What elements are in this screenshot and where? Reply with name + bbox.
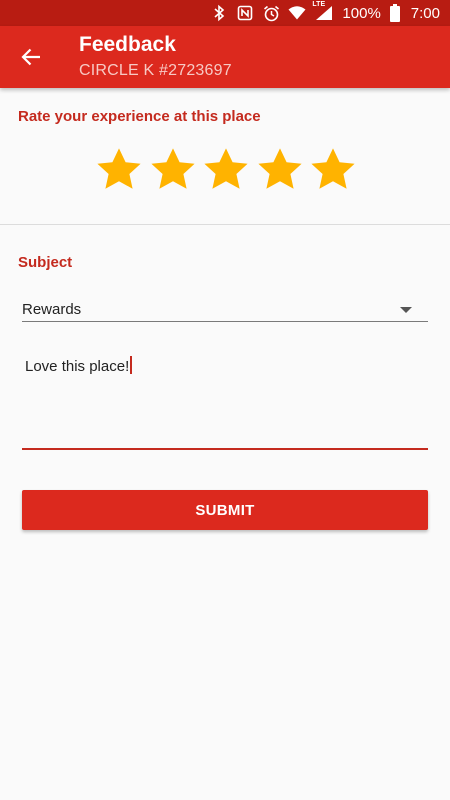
- store-subtitle: CIRCLE K #2723697: [79, 62, 232, 79]
- section-divider: [0, 224, 450, 225]
- arrow-left-icon: [21, 48, 40, 66]
- feedback-text-wrap: Love this place!: [25, 356, 133, 375]
- clock: 7:00: [410, 4, 440, 22]
- star-2-icon[interactable]: [149, 146, 197, 194]
- alarm-icon: [262, 4, 280, 22]
- subject-label: Subject: [18, 254, 73, 271]
- star-rating[interactable]: [95, 146, 357, 196]
- star-5-icon[interactable]: [309, 146, 357, 194]
- rating-label: Rate your experience at this place: [18, 108, 261, 125]
- bluetooth-icon: [210, 4, 228, 22]
- feedback-text: Love this place!: [25, 358, 130, 375]
- subject-dropdown[interactable]: Rewards: [22, 298, 428, 322]
- star-1-icon[interactable]: [95, 146, 143, 194]
- app-bar: Feedback CIRCLE K #2723697: [0, 26, 450, 88]
- page-title: Feedback: [79, 33, 176, 56]
- subject-selected-value: Rewards: [22, 301, 82, 318]
- status-bar: LTE 100% 7:00: [0, 0, 450, 26]
- nfc-icon: [236, 4, 254, 22]
- wifi-icon: [288, 4, 306, 22]
- text-cursor: [130, 356, 133, 374]
- star-4-icon[interactable]: [256, 146, 304, 194]
- star-3-icon[interactable]: [202, 146, 250, 194]
- battery-icon: [389, 4, 401, 22]
- dropdown-arrow-icon: [400, 307, 412, 313]
- feedback-textarea[interactable]: Love this place!: [22, 350, 428, 450]
- submit-button[interactable]: SUBMIT: [22, 490, 428, 530]
- back-button[interactable]: [14, 40, 48, 74]
- signal-icon: LTE: [312, 1, 334, 22]
- battery-percent: 100%: [342, 4, 381, 22]
